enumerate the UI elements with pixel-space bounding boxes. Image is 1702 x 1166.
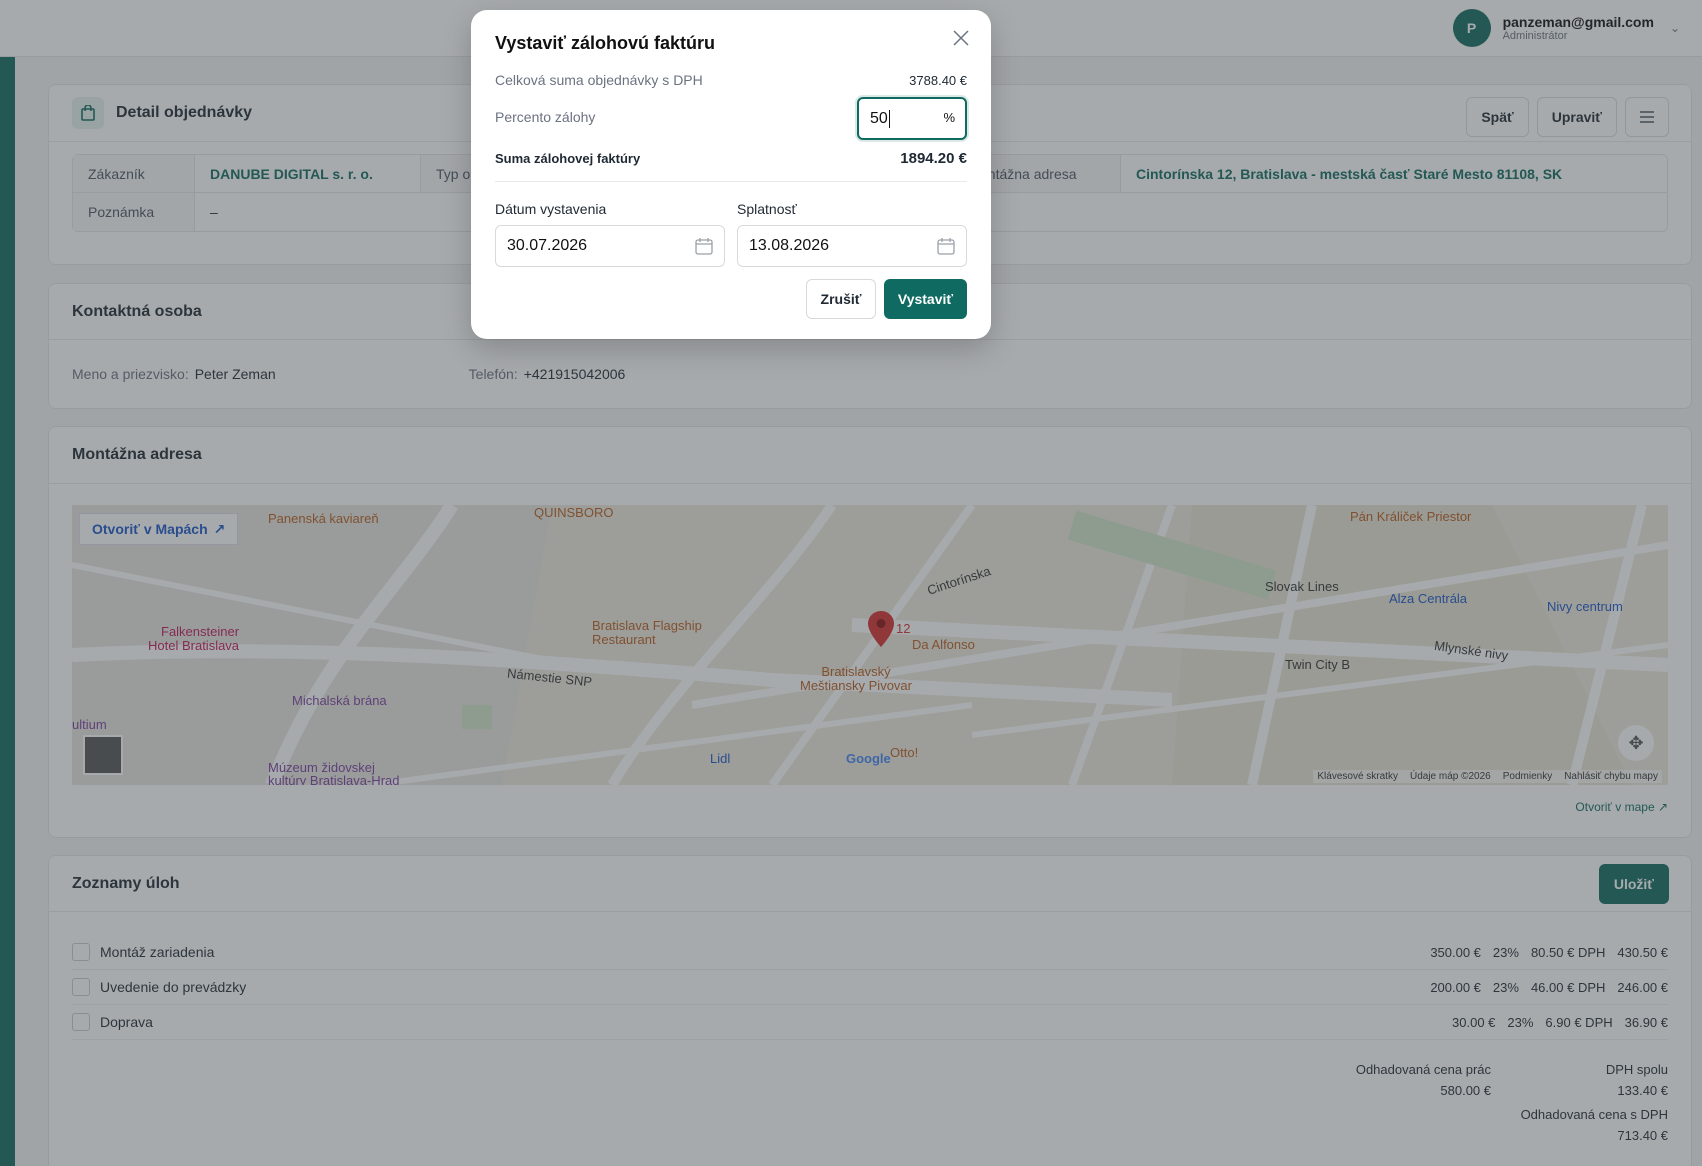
due-date-input[interactable]: 13.08.2026 (737, 225, 967, 267)
percent-label: Percento zálohy (495, 109, 596, 125)
text-cursor (888, 109, 890, 128)
order-total-value: 3788.40 € (909, 72, 967, 88)
issue-date-label: Dátum vystavenia (495, 201, 607, 217)
close-icon[interactable] (949, 26, 973, 50)
invoice-sum-row: Suma zálohovej faktúry 1894.20 € (495, 150, 967, 182)
advance-invoice-dialog: Vystaviť zálohovú faktúru Celková suma o… (471, 10, 991, 339)
order-total-row: Celková suma objednávky s DPH 3788.40 € (495, 72, 967, 88)
due-date-label: Splatnosť (737, 201, 797, 217)
calendar-icon[interactable] (695, 237, 713, 255)
issue-date-input[interactable]: 30.07.2026 (495, 225, 725, 267)
percent-unit: % (943, 110, 955, 125)
dialog-title: Vystaviť zálohovú faktúru (495, 33, 716, 53)
calendar-icon[interactable] (937, 237, 955, 255)
invoice-sum-value: 1894.20 € (900, 150, 967, 167)
cancel-button[interactable]: Zrušiť (806, 279, 876, 319)
issue-invoice-button[interactable]: Vystaviť (884, 279, 967, 319)
order-total-label: Celková suma objednávky s DPH (495, 72, 703, 88)
percent-input[interactable]: 50 % (857, 97, 967, 140)
invoice-sum-label: Suma zálohovej faktúry (495, 151, 641, 166)
